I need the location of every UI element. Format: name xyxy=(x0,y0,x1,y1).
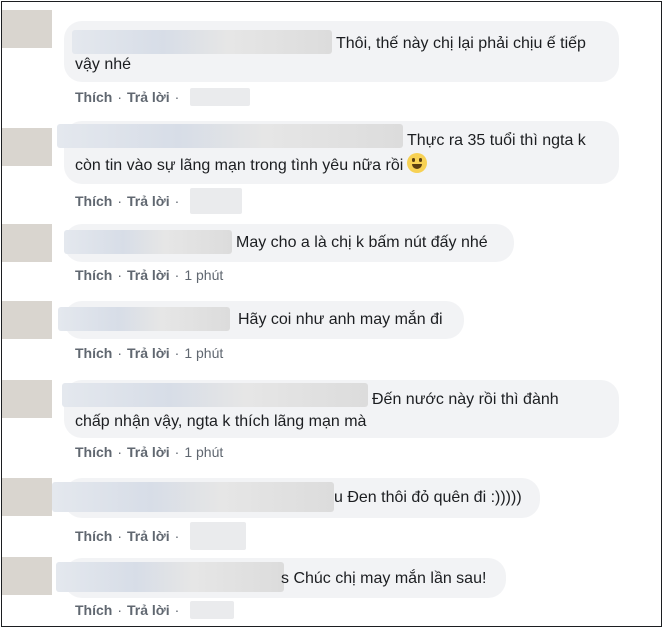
separator: · xyxy=(117,444,123,460)
separator: · xyxy=(174,602,180,618)
blurred-timestamp xyxy=(190,522,247,550)
separator: · xyxy=(117,193,123,209)
avatar[interactable] xyxy=(2,380,52,418)
comment-timestamp[interactable]: 1 phút xyxy=(184,345,223,361)
blurred-username xyxy=(52,482,334,512)
separator: · xyxy=(174,345,180,361)
blurred-timestamp xyxy=(190,601,235,619)
comment-text: Thôi, thế này chị lại phải chịu ế tiếp xyxy=(336,35,586,52)
comment-text-line-2: chấp nhận vậy, ngta k thích lãng mạn mà xyxy=(75,413,367,430)
reply-link[interactable]: Trả lời xyxy=(127,528,170,544)
comment-text-line-2: còn tin vào sự lãng mạn trong tình yêu n… xyxy=(75,153,428,176)
blurred-username xyxy=(72,30,332,54)
avatar[interactable] xyxy=(2,128,52,166)
separator: · xyxy=(174,444,180,460)
like-link[interactable]: Thích xyxy=(75,602,112,618)
comment-text-line-2-content: còn tin vào sự lãng mạn trong tình yêu n… xyxy=(75,157,404,174)
separator: · xyxy=(174,528,180,544)
avatar[interactable] xyxy=(2,478,52,516)
comment-thread: Thôi, thế này chị lại phải chịu ế tiếp v… xyxy=(1,1,662,627)
avatar[interactable] xyxy=(2,224,52,262)
comment-text: s Chúc chị may mắn lần sau! xyxy=(281,570,487,587)
separator: · xyxy=(117,267,123,283)
comment-actions: Thích · Trả lời · xyxy=(75,88,251,106)
separator: · xyxy=(117,89,123,105)
separator: · xyxy=(174,193,180,209)
reply-link[interactable]: Trả lời xyxy=(127,267,170,283)
like-link[interactable]: Thích xyxy=(75,267,112,283)
reply-link[interactable]: Trả lời xyxy=(127,89,170,105)
separator: · xyxy=(174,89,180,105)
comment-text: Đến nước này rồi thì đành xyxy=(372,391,559,408)
comment-text: Thực ra 35 tuổi thì ngta k xyxy=(407,132,586,149)
blurred-timestamp xyxy=(190,188,243,214)
comment-actions: Thích · Trả lời · xyxy=(75,522,247,550)
reply-link[interactable]: Trả lời xyxy=(127,193,170,209)
like-link[interactable]: Thích xyxy=(75,89,112,105)
comment-timestamp[interactable]: 1 phút xyxy=(184,267,223,283)
comment-text: May cho a là chị k bấm nút đấy nhé xyxy=(236,234,488,251)
separator: · xyxy=(174,267,180,283)
separator: · xyxy=(117,602,123,618)
comment-actions: Thích · Trả lời · 1 phút xyxy=(75,267,223,283)
reply-link[interactable]: Trả lời xyxy=(127,444,170,460)
blurred-username xyxy=(57,124,403,148)
like-link[interactable]: Thích xyxy=(75,345,112,361)
separator: · xyxy=(117,528,123,544)
comment-text-line-2: vậy nhé xyxy=(75,56,132,73)
comment-actions: Thích · Trả lời · 1 phút xyxy=(75,444,223,460)
like-link[interactable]: Thích xyxy=(75,528,112,544)
reply-link[interactable]: Trả lời xyxy=(127,602,170,618)
reply-link[interactable]: Trả lời xyxy=(127,345,170,361)
blurred-username xyxy=(62,383,368,407)
comment-timestamp[interactable]: 1 phút xyxy=(184,444,223,460)
avatar[interactable] xyxy=(2,301,52,339)
blurred-username xyxy=(58,307,230,331)
separator: · xyxy=(117,345,123,361)
like-link[interactable]: Thích xyxy=(75,444,112,460)
blurred-timestamp xyxy=(190,88,251,106)
like-link[interactable]: Thích xyxy=(75,193,112,209)
comment-text: Hãy coi như anh may mắn đi xyxy=(238,311,443,328)
comment-actions: Thích · Trả lời · 1 phút xyxy=(75,345,223,361)
avatar[interactable] xyxy=(2,10,52,48)
blurred-username xyxy=(56,562,284,592)
comment-actions: Thích · Trả lời · xyxy=(75,188,243,214)
smiling-face-icon xyxy=(407,153,428,173)
blurred-username xyxy=(64,230,232,254)
avatar[interactable] xyxy=(2,557,52,595)
comment-text: u Đen thôi đỏ quên đi :))))) xyxy=(334,489,522,506)
comment-actions: Thích · Trả lời · xyxy=(75,601,235,619)
